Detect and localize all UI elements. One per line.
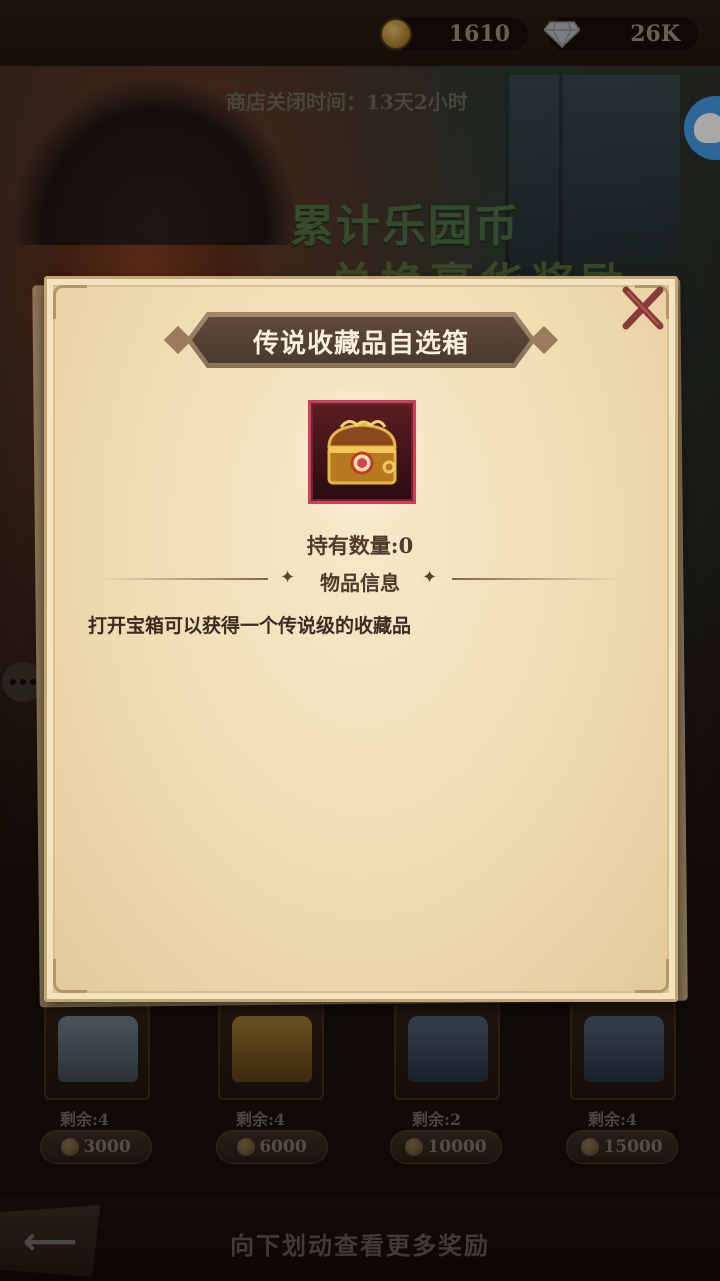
item-info-heading: 物品信息 xyxy=(320,571,400,595)
corner-ornament xyxy=(635,959,669,993)
owned-quantity: 持有数量:0 xyxy=(306,533,414,558)
legendary-chest-icon xyxy=(327,420,397,485)
close-icon xyxy=(622,286,664,330)
dialog-title-plate: 传说收藏品自选箱 xyxy=(163,312,559,368)
item-description: 打开宝箱可以获得一个传说级的收藏品 xyxy=(88,615,412,637)
sparkle-icon: ✦ xyxy=(422,567,438,588)
item-icon-frame xyxy=(308,400,416,504)
item-info-divider: ✦ 物品信息 ✦ xyxy=(98,566,622,596)
dialog-title: 传说收藏品自选箱 xyxy=(252,329,469,359)
close-button[interactable] xyxy=(614,280,670,336)
corner-ornament xyxy=(53,959,87,993)
divider-line xyxy=(452,578,622,580)
corner-ornament xyxy=(53,285,87,319)
